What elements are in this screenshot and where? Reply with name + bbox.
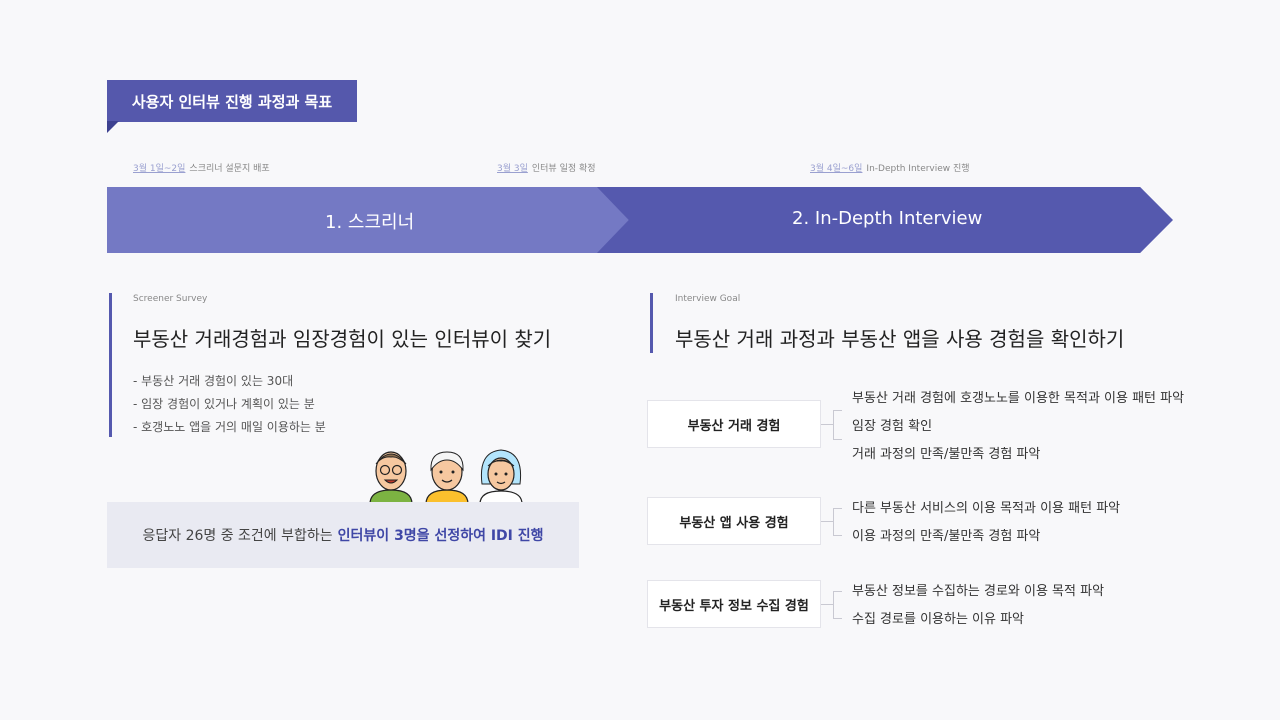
schedule-item: 3월 3일 인터뷰 일정 확정 [497,161,596,174]
title-tag-tail [107,121,119,133]
connector-bracket [833,591,842,619]
schedule-date: 3월 4일~6일 [810,164,863,174]
result-highlight: 인터뷰이 3명을 선정하여 IDI 진행 [337,528,544,544]
connector-line [821,424,833,425]
goal-category-box: 부동산 거래 경험 [647,400,821,448]
step-label: 1. 스크리너 [325,212,415,233]
section-accent-bar [109,293,112,437]
schedule-text: In-Depth Interview 진행 [866,164,970,174]
goal-category-box: 부동산 투자 정보 수집 경험 [647,580,821,628]
connector-line [821,521,833,522]
goal-item: 임장 경험 확인 [852,419,933,434]
goal-item: 부동산 거래 경험에 호갱노노를 이용한 목적과 이용 패턴 파악 [852,391,1185,406]
connector-bracket [833,410,842,440]
result-summary: 응답자 26명 중 조건에 부합하는 인터뷰이 3명을 선정하여 IDI 진행 [107,502,579,568]
result-prefix: 응답자 26명 중 조건에 부합하는 [142,528,333,544]
schedule-date: 3월 1일~2일 [133,164,186,174]
goal-category-box: 부동산 앱 사용 경험 [647,497,821,545]
criteria-item: - 임장 경험이 있거나 계획이 있는 분 [133,397,315,411]
section-title: 부동산 거래 과정과 부동산 앱을 사용 경험을 확인하기 [675,327,1125,351]
step-label: 2. In-Depth Interview [792,208,983,229]
goal-item: 부동산 정보를 수집하는 경로와 이용 목적 파악 [852,584,1105,599]
schedule-item: 3월 4일~6일 In-Depth Interview 진행 [810,161,970,174]
goal-item: 이용 과정의 만족/불만족 경험 파악 [852,529,1041,544]
people-illustration [369,449,523,504]
schedule-item: 3월 1일~2일 스크리너 설문지 배포 [133,161,270,174]
connector-line [821,604,833,605]
page-title: 사용자 인터뷰 진행 과정과 목표 [107,80,357,122]
section-subtitle: Screener Survey [133,294,208,304]
section-subtitle: Interview Goal [675,294,741,304]
schedule-text: 스크리너 설문지 배포 [189,164,270,174]
criteria-item: - 부동산 거래 경험이 있는 30대 [133,374,294,388]
goal-item: 수집 경로를 이용하는 이유 파악 [852,612,1025,627]
section-accent-bar [650,293,653,353]
goal-item: 다른 부동산 서비스의 이용 목적과 이용 패턴 파악 [852,501,1121,516]
goal-item: 거래 과정의 만족/불만족 경험 파악 [852,447,1041,462]
section-title: 부동산 거래경험과 임장경험이 있는 인터뷰이 찾기 [133,327,552,351]
connector-bracket [833,508,842,536]
schedule-date: 3월 3일 [497,164,528,174]
schedule-text: 인터뷰 일정 확정 [531,164,596,174]
criteria-item: - 호갱노노 앱을 거의 매일 이용하는 분 [133,420,326,434]
